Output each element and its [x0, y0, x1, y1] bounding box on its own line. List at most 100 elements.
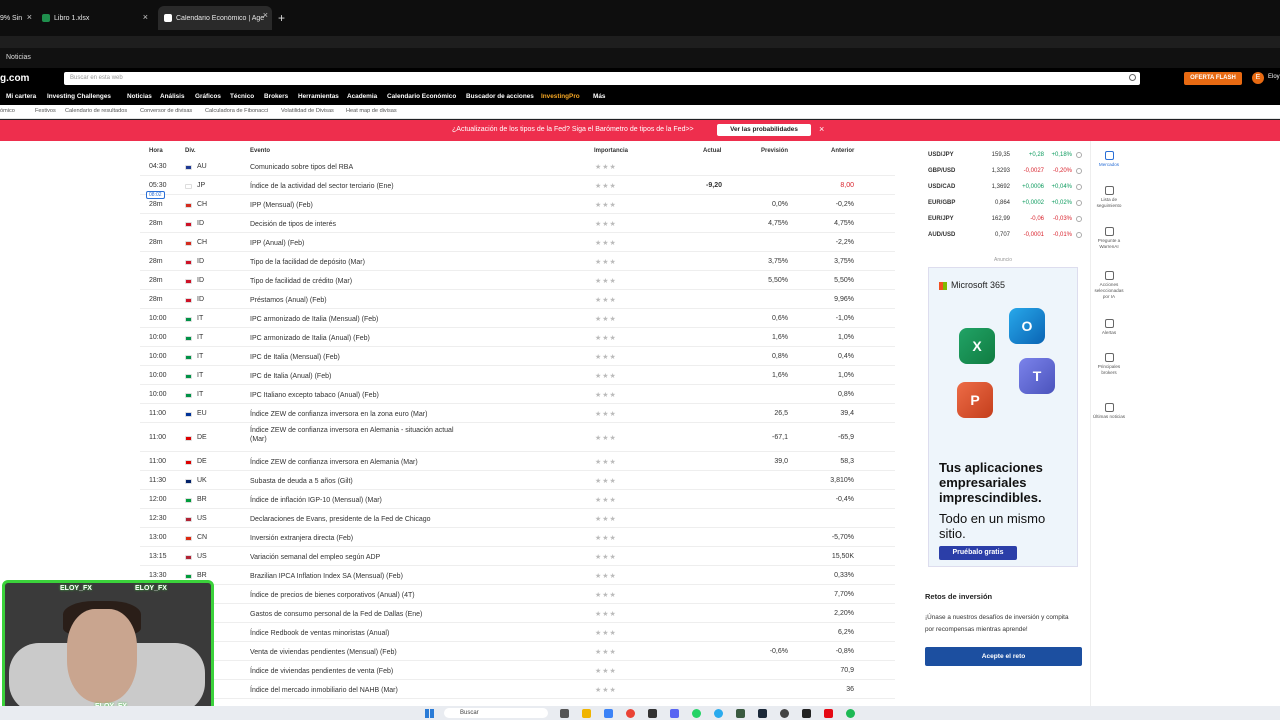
- table-row[interactable]: 11:30 UK Subasta de deuda a 5 años (Gilt) ★…: [140, 471, 895, 490]
- cell-evento[interactable]: Brazilian IPCA Inflation Index SA (Mensu…: [250, 572, 470, 581]
- cell-evento[interactable]: Subasta de deuda a 5 años (Gilt): [250, 477, 470, 486]
- nav-tecnico[interactable]: Técnico: [230, 93, 254, 100]
- cell-evento[interactable]: Tipo de facilidad de crédito (Mar): [250, 277, 470, 286]
- table-row[interactable]: 28m ID Decisión de tipos de interés ★★★ 4,75…: [140, 214, 895, 233]
- nav-academia[interactable]: Academia: [347, 93, 377, 100]
- nav-calendario-economico[interactable]: Calendario Económico: [387, 93, 456, 100]
- cell-evento[interactable]: IPP (Anual) (Feb): [250, 239, 470, 248]
- subnav-item[interactable]: ómico: [0, 108, 15, 114]
- table-row[interactable]: 28m ID Tipo de facilidad de crédito (Mar) ★…: [140, 271, 895, 290]
- cell-evento[interactable]: Decisión de tipos de interés: [250, 220, 470, 229]
- table-row[interactable]: 28m ID Préstamos (Anual) (Feb) ★★★ 9,96%: [140, 290, 895, 309]
- rail-item[interactable]: Principales brokers: [1091, 353, 1127, 376]
- table-row[interactable]: 10:00 IT IPC armonizado de Italia (Anual) …: [140, 328, 895, 347]
- table-row[interactable]: 13:30 BR Brazilian IPCA Inflation Index SA…: [140, 566, 895, 585]
- rail-item[interactable]: Pregunte a WarrenAI: [1091, 227, 1127, 250]
- subnav-conversor-divisas[interactable]: Conversor de divisas: [140, 108, 192, 114]
- table-row[interactable]: 11:00 EU Índice ZEW de confianza inversora…: [140, 404, 895, 423]
- table-row[interactable]: 13:15 US Variación semanal del empleo segú…: [140, 547, 895, 566]
- cell-evento[interactable]: IPC Italiano excepto tabaco (Anual) (Feb…: [250, 391, 470, 400]
- cell-evento[interactable]: Índice ZEW de confianza inversora en Ale…: [250, 426, 470, 444]
- cell-evento[interactable]: Índice ZEW de confianza inversora en la …: [250, 410, 470, 419]
- close-icon[interactable]: ×: [143, 12, 148, 22]
- close-icon[interactable]: ×: [27, 12, 32, 22]
- retos-title[interactable]: Retos de inversión: [925, 592, 992, 601]
- nav-noticias[interactable]: Noticias: [127, 93, 152, 100]
- netflix-icon[interactable]: [824, 709, 833, 718]
- rail-item[interactable]: Últimas noticias: [1091, 403, 1127, 420]
- nav-analisis[interactable]: Análisis: [160, 93, 185, 100]
- rail-item[interactable]: Lista de seguimiento: [1091, 186, 1127, 209]
- telegram-icon[interactable]: [714, 709, 723, 718]
- ver-probabilidades-button[interactable]: Ver las probabilidades: [717, 124, 811, 136]
- rail-item[interactable]: Mercados: [1091, 151, 1127, 168]
- cell-evento[interactable]: IPC armonizado de Italia (Anual) (Feb): [250, 334, 470, 343]
- nav-investingpro[interactable]: InvestingPro: [541, 93, 580, 100]
- subnav-heat-map[interactable]: Heat map de divisas: [346, 108, 397, 114]
- nav-mas[interactable]: Más: [593, 93, 605, 100]
- task-view-icon[interactable]: [560, 709, 569, 718]
- table-row[interactable]: Índice de precios de bienes corporativos…: [140, 585, 895, 604]
- cell-evento[interactable]: IPP (Mensual) (Feb): [250, 201, 470, 210]
- cell-evento[interactable]: Gastos de consumo personal de la Fed de …: [250, 610, 470, 619]
- chrome-icon[interactable]: [626, 709, 635, 718]
- cell-evento[interactable]: IPC de Italia (Anual) (Feb): [250, 372, 470, 381]
- settings-icon[interactable]: [604, 709, 613, 718]
- acepte-el-reto-button[interactable]: Acepte el reto: [925, 647, 1082, 666]
- cell-evento[interactable]: Inversión extranjera directa (Feb): [250, 534, 470, 543]
- table-row[interactable]: Índice del mercado inmobiliario del NAHB…: [140, 680, 895, 699]
- subnav-festivos[interactable]: Festivos: [35, 108, 56, 114]
- table-row[interactable]: 10:00 IT IPC de Italia (Anual) (Feb) ★★★ 1,6…: [140, 366, 895, 385]
- cell-evento[interactable]: IPC armonizado de Italia (Mensual) (Feb): [250, 315, 470, 324]
- cell-evento[interactable]: Índice Redbook de ventas minoristas (Anu…: [250, 629, 470, 638]
- table-row[interactable]: 12:30 US Declaraciones de Evans, president…: [140, 509, 895, 528]
- oferta-flash-button[interactable]: OFERTA FLASH: [1184, 72, 1242, 85]
- rail-item[interactable]: Alertas: [1091, 319, 1127, 336]
- cell-evento[interactable]: Venta de viviendas pendientes (Mensual) …: [250, 648, 470, 657]
- table-row[interactable]: Índice de viviendas pendientes de venta …: [140, 661, 895, 680]
- site-logo[interactable]: g.com: [0, 73, 29, 84]
- nav-brokers[interactable]: Brokers: [264, 93, 288, 100]
- cell-evento[interactable]: IPC de Italia (Mensual) (Feb): [250, 353, 470, 362]
- app-icon[interactable]: [802, 709, 811, 718]
- subnav-calendario-resultados[interactable]: Calendario de resultados: [65, 108, 127, 114]
- cell-evento[interactable]: Índice de precios de bienes corporativos…: [250, 591, 470, 600]
- table-row[interactable]: 10:00 IT IPC de Italia (Mensual) (Feb) ★★★ 0…: [140, 347, 895, 366]
- cell-evento[interactable]: Comunicado sobre tipos del RBA: [250, 163, 470, 172]
- bookmark-noticias[interactable]: Noticias: [6, 54, 31, 61]
- table-row[interactable]: Índice Redbook de ventas minoristas (Anu…: [140, 623, 895, 642]
- subnav-calculadora-fibonacci[interactable]: Calculadora de Fibonacci: [205, 108, 268, 114]
- nav-herramientas[interactable]: Herramientas: [298, 93, 339, 100]
- whatsapp-icon[interactable]: [692, 709, 701, 718]
- nav-mi-cartera[interactable]: Mi cartera: [6, 93, 36, 100]
- browser-tab-active[interactable]: Calendario Económico | Agenda ×: [158, 6, 272, 30]
- app-icon[interactable]: [648, 709, 657, 718]
- rail-item[interactable]: Acciones seleccionadas por IA: [1091, 271, 1127, 300]
- spotify-icon[interactable]: [846, 709, 855, 718]
- address-bar[interactable]: [0, 36, 1280, 48]
- cell-evento[interactable]: Índice del mercado inmobiliario del NAHB…: [250, 686, 470, 695]
- table-row[interactable]: 10:00 IT IPC Italiano excepto tabaco (Anua…: [140, 385, 895, 404]
- file-explorer-icon[interactable]: [582, 709, 591, 718]
- table-row[interactable]: 05:30 JP Índice de la actividad del sector…: [140, 176, 895, 195]
- nav-investing-challenges[interactable]: Investing Challenges: [47, 93, 111, 100]
- table-row[interactable]: 13:00 CN Inversión extranjera directa (Feb…: [140, 528, 895, 547]
- taskbar-search[interactable]: Buscar: [444, 708, 548, 718]
- table-row[interactable]: Venta de viviendas pendientes (Mensual) …: [140, 642, 895, 661]
- table-row[interactable]: 28m CH IPP (Anual) (Feb) ★★★ -2,2%: [140, 233, 895, 252]
- browser-tab[interactable]: Libro 1.xlsx ×: [42, 8, 152, 28]
- table-row[interactable]: 28m CH IPP (Mensual) (Feb) ★★★ 0,0% -0,2%: [140, 195, 895, 214]
- table-row[interactable]: 04:30 AU Comunicado sobre tipos del RBA ★★★: [140, 157, 895, 176]
- new-tab-icon[interactable]: +: [278, 11, 285, 25]
- pruebalo-gratis-button[interactable]: Pruébalo gratis: [939, 546, 1017, 560]
- app-icon[interactable]: [736, 709, 745, 718]
- discord-icon[interactable]: [670, 709, 679, 718]
- cell-evento[interactable]: Índice de viviendas pendientes de venta …: [250, 667, 470, 676]
- cell-evento[interactable]: Tipo de la facilidad de depósito (Mar): [250, 258, 470, 267]
- cell-evento[interactable]: Índice de inflación IGP-10 (Mensual) (Ma…: [250, 496, 470, 505]
- close-icon[interactable]: ×: [263, 10, 268, 20]
- cell-evento[interactable]: Índice ZEW de confianza inversora en Ale…: [250, 458, 470, 467]
- cell-evento[interactable]: Índice de la actividad del sector tercia…: [250, 182, 470, 191]
- cell-evento[interactable]: Préstamos (Anual) (Feb): [250, 296, 470, 305]
- user-name[interactable]: Eloy: [1268, 74, 1280, 80]
